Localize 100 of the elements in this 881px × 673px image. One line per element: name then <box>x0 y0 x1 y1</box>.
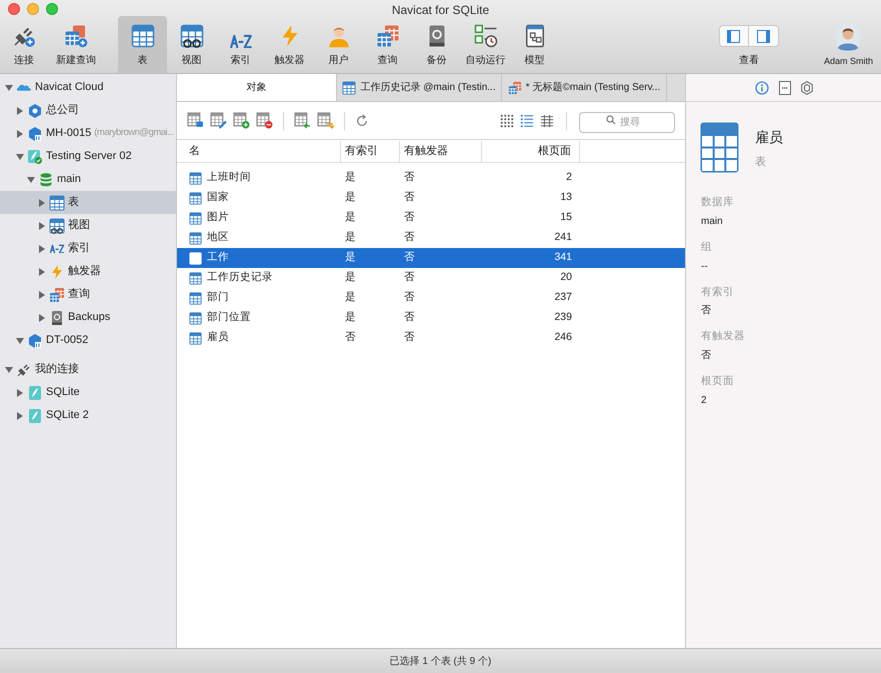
sidebar-item[interactable]: 我的连接 <box>0 358 176 381</box>
server-icon <box>27 332 43 348</box>
refresh-icon[interactable] <box>355 114 369 128</box>
table-row[interactable]: 地区 是 否 241 <box>177 228 685 248</box>
collapsed-arrow-icon[interactable] <box>16 130 24 138</box>
edit-table-icon[interactable] <box>210 112 227 129</box>
icons-view-icon[interactable] <box>500 114 514 128</box>
right-pane-button[interactable] <box>748 25 779 47</box>
expanded-arrow-icon[interactable] <box>27 176 35 184</box>
table-cell-text: 否 <box>403 330 416 346</box>
collapsed-arrow-icon[interactable] <box>38 244 46 252</box>
status-text: 已选择 1 个表 (共 9 个) <box>390 654 492 668</box>
sidebar-item[interactable]: Navicat Cloud <box>0 76 176 99</box>
collapsed-arrow-icon[interactable] <box>38 314 46 322</box>
table-cell-text: 否 <box>403 230 416 246</box>
open-table-icon[interactable] <box>187 112 204 129</box>
document-icon[interactable] <box>778 80 790 94</box>
toolbar-button[interactable]: 索引 <box>216 16 265 73</box>
toolbar-button[interactable]: 视图 <box>167 16 216 73</box>
table-row[interactable]: 上班时间 是 否 2 <box>177 168 685 188</box>
plug-icon <box>16 362 32 378</box>
view-label: 查看 <box>738 54 759 68</box>
left-pane-button[interactable] <box>718 25 749 47</box>
property-label: 数据库 <box>701 195 735 210</box>
toolbar-button[interactable]: 触发器 <box>265 16 314 73</box>
toolbar-button[interactable]: 自动运行 <box>461 16 510 73</box>
delete-table-icon[interactable] <box>256 112 273 129</box>
column-header[interactable]: 名 <box>177 141 341 162</box>
zoom-button[interactable] <box>46 3 58 15</box>
info-icon[interactable] <box>754 80 768 94</box>
sidebar-item[interactable]: SQLite 2 <box>0 404 176 427</box>
collapsed-arrow-icon[interactable] <box>16 412 24 420</box>
column-header[interactable]: 有索引 <box>341 141 400 162</box>
table-cell-text: 工作 <box>207 250 229 266</box>
expanded-arrow-icon[interactable] <box>5 84 13 92</box>
list-view-icon[interactable] <box>520 114 534 128</box>
table-row[interactable]: 工作历史记录 是 否 20 <box>177 268 685 288</box>
table-cell-text: 否 <box>344 330 357 346</box>
table-row[interactable]: 部门位置 是 否 239 <box>177 308 685 328</box>
table-row[interactable]: 部门 是 否 237 <box>177 288 685 308</box>
sidebar-item[interactable]: Backups <box>0 306 176 329</box>
add-table-icon[interactable] <box>233 112 250 129</box>
close-button[interactable] <box>8 3 20 15</box>
sidebar-item[interactable]: 索引 <box>0 237 176 260</box>
table-cell-text: 20 <box>559 270 573 286</box>
hexagon-icon[interactable] <box>800 80 812 94</box>
property-value: main <box>701 214 724 229</box>
collapsed-arrow-icon[interactable] <box>38 198 46 206</box>
avatar-icon[interactable] <box>835 22 862 52</box>
collapsed-arrow-icon[interactable] <box>38 222 46 230</box>
toolbar-button[interactable]: 连接 <box>2 16 46 73</box>
database-icon <box>38 172 54 188</box>
sidebar-item[interactable]: 视图 <box>0 214 176 237</box>
sidebar-item[interactable]: 总公司 <box>0 99 176 122</box>
collapsed-arrow-icon[interactable] <box>38 268 46 276</box>
table-row[interactable]: 雇员 否 否 246 <box>177 328 685 348</box>
sidebar-item[interactable]: Testing Server 02 <box>0 145 176 168</box>
table-row[interactable]: 工作 是 否 341 <box>177 248 685 268</box>
import-table-icon[interactable] <box>294 112 311 129</box>
expanded-arrow-icon[interactable] <box>16 152 24 160</box>
table-cell-text: 否 <box>403 190 416 206</box>
sidebar-item[interactable]: main <box>0 168 176 191</box>
collapsed-arrow-icon[interactable] <box>16 388 24 396</box>
table-row[interactable]: 图片 是 否 15 <box>177 208 685 228</box>
sidebar-item[interactable]: 查询 <box>0 283 176 306</box>
search-field[interactable]: 搜尋 <box>579 112 675 132</box>
sidebar-item[interactable]: SQLite <box>0 381 176 404</box>
collapsed-arrow-icon[interactable] <box>38 290 46 298</box>
detail-view-icon[interactable] <box>540 114 554 128</box>
collapsed-arrow-icon[interactable] <box>16 106 24 114</box>
object-type: 表 <box>755 155 767 170</box>
table-cell-text: 是 <box>344 310 357 326</box>
table-cell-text: 237 <box>553 290 573 306</box>
table-cell-text: 否 <box>403 170 416 186</box>
table-row[interactable]: 国家 是 否 13 <box>177 188 685 208</box>
toolbar-button[interactable]: 表 <box>118 16 167 73</box>
toolbar-button[interactable]: 用户 <box>314 16 363 73</box>
sqlite-icon <box>27 384 43 400</box>
expanded-arrow-icon[interactable] <box>16 336 24 344</box>
expanded-arrow-icon[interactable] <box>5 366 13 374</box>
toolbar-button[interactable]: 备份 <box>412 16 461 73</box>
table-cell-text: 246 <box>553 330 573 346</box>
sqlite-check-icon <box>27 148 43 164</box>
tables-icon <box>508 80 522 94</box>
table-cell-text: 工作历史记录 <box>207 270 273 286</box>
toolbar-button[interactable]: 模型 <box>510 16 559 73</box>
table-cell-text: 否 <box>403 250 416 266</box>
sidebar-item[interactable]: MH-0015 (marybrown@gmai... <box>0 122 176 145</box>
table-cell-text: 否 <box>403 310 416 326</box>
sidebar-item[interactable]: 触发器 <box>0 260 176 283</box>
tab[interactable]: 对象 <box>177 74 337 101</box>
column-header[interactable]: 有触发器 <box>400 141 482 162</box>
sidebar-item[interactable]: DT-0052 <box>0 329 176 352</box>
column-header[interactable]: 根页面 <box>482 141 580 162</box>
table-cell-text: 是 <box>344 250 357 266</box>
toolbar-button[interactable]: 新建查询 <box>46 16 106 73</box>
toolbar-button[interactable]: 查询 <box>363 16 412 73</box>
export-table-icon[interactable] <box>317 112 334 129</box>
hexagon-icon <box>27 102 43 118</box>
sidebar-item[interactable]: 表 <box>0 191 176 214</box>
